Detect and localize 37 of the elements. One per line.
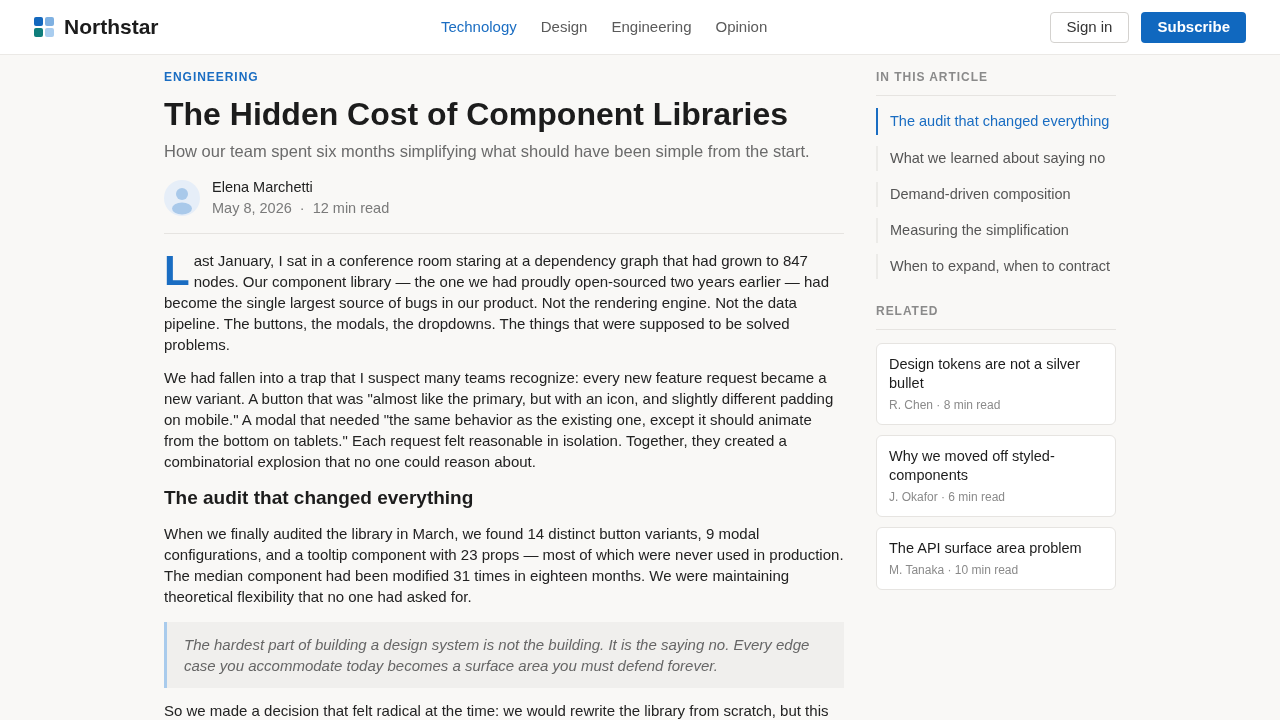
nav-link[interactable]: Opinion: [715, 15, 768, 39]
article-title: The Hidden Cost of Component Libraries: [164, 95, 789, 134]
sign-in-button[interactable]: Sign in: [1049, 11, 1130, 43]
toc-link[interactable]: When to expand, when to contract: [876, 254, 1116, 279]
section-label: RELATED: [876, 303, 1116, 330]
separator-dot: ·: [299, 199, 305, 218]
publish-date: May 8, 2026: [212, 199, 292, 218]
toc-link[interactable]: Measuring the simplification: [876, 218, 1116, 243]
logo-icon: [34, 17, 54, 37]
body-paragraph: We had fallen into a trap that I suspect many teams recognize: every new feature request became a new variant. A button that was "almost like the primary, but with an icon, and slightly different padding on mobile." A modal that needed "the same behavior as the existing one, except it should animate from the bottom on tablets." Each request felt reasonable in isolation. Together, they created a combinatorial explosion that no one could reason about.: [164, 368, 835, 472]
category-label: ENGINEERING: [164, 69, 260, 85]
related-card[interactable]: The API surface area problem M. Tanaka · 10 min read: [876, 527, 1116, 590]
toc-link[interactable]: What we learned about saying no: [876, 146, 1116, 171]
related-card[interactable]: Design tokens are not a silver bullet R. Chen · 8 min read: [876, 343, 1116, 425]
related-meta: J. Okafor · 6 min read: [889, 489, 1007, 505]
body-paragraph: When we finally audited the library in March, we found 14 distinct button variants, 9 modal configurations, and a tooltip component with 23 props — most of which were never used in production. The median component had been modified 31 times in eighteen months. We were maintaining theoretical flexibility that no one had asked for.: [164, 524, 844, 607]
subscribe-button[interactable]: Subscribe: [1141, 11, 1246, 43]
related-title: Design tokens are not a silver bullet: [889, 355, 1081, 393]
related-title: Why we moved off styled-components: [889, 447, 1056, 485]
body-paragraph: So we made a decision that felt radical at the time: we would rewrite the library from scratch, but this: [164, 701, 830, 720]
toc-link[interactable]: Demand-driven composition: [876, 182, 1116, 207]
nav-link[interactable]: Design: [540, 15, 588, 39]
nav-link[interactable]: Technology: [440, 15, 517, 39]
nav-link[interactable]: Engineering: [611, 15, 692, 39]
avatar-icon: [164, 180, 200, 216]
author-name: Elena Marchetti: [212, 178, 314, 197]
section-heading: The audit that changed everything: [164, 486, 475, 510]
related-meta: R. Chen · 8 min read: [889, 397, 1002, 413]
section-label: IN THIS ARTICLE: [876, 69, 1116, 96]
brand-name[interactable]: Northstar: [64, 11, 159, 43]
related-meta: M. Tanaka · 10 min read: [889, 562, 1020, 578]
related-title: The API surface area problem: [889, 539, 1083, 558]
related-card[interactable]: Why we moved off styled-components J. Okafor · 6 min read: [876, 435, 1116, 517]
pull-quote: The hardest part of building a design system is not the building. It is the saying no. Every edge case you accommodate today becomes a surface area you must defend forever.: [164, 622, 844, 688]
article-subtitle: How our team spent six months simplifying what should have been simple from the start.: [164, 141, 811, 162]
read-time: 12 min read: [312, 199, 390, 218]
toc-link[interactable]: The audit that changed everything: [876, 108, 1116, 135]
